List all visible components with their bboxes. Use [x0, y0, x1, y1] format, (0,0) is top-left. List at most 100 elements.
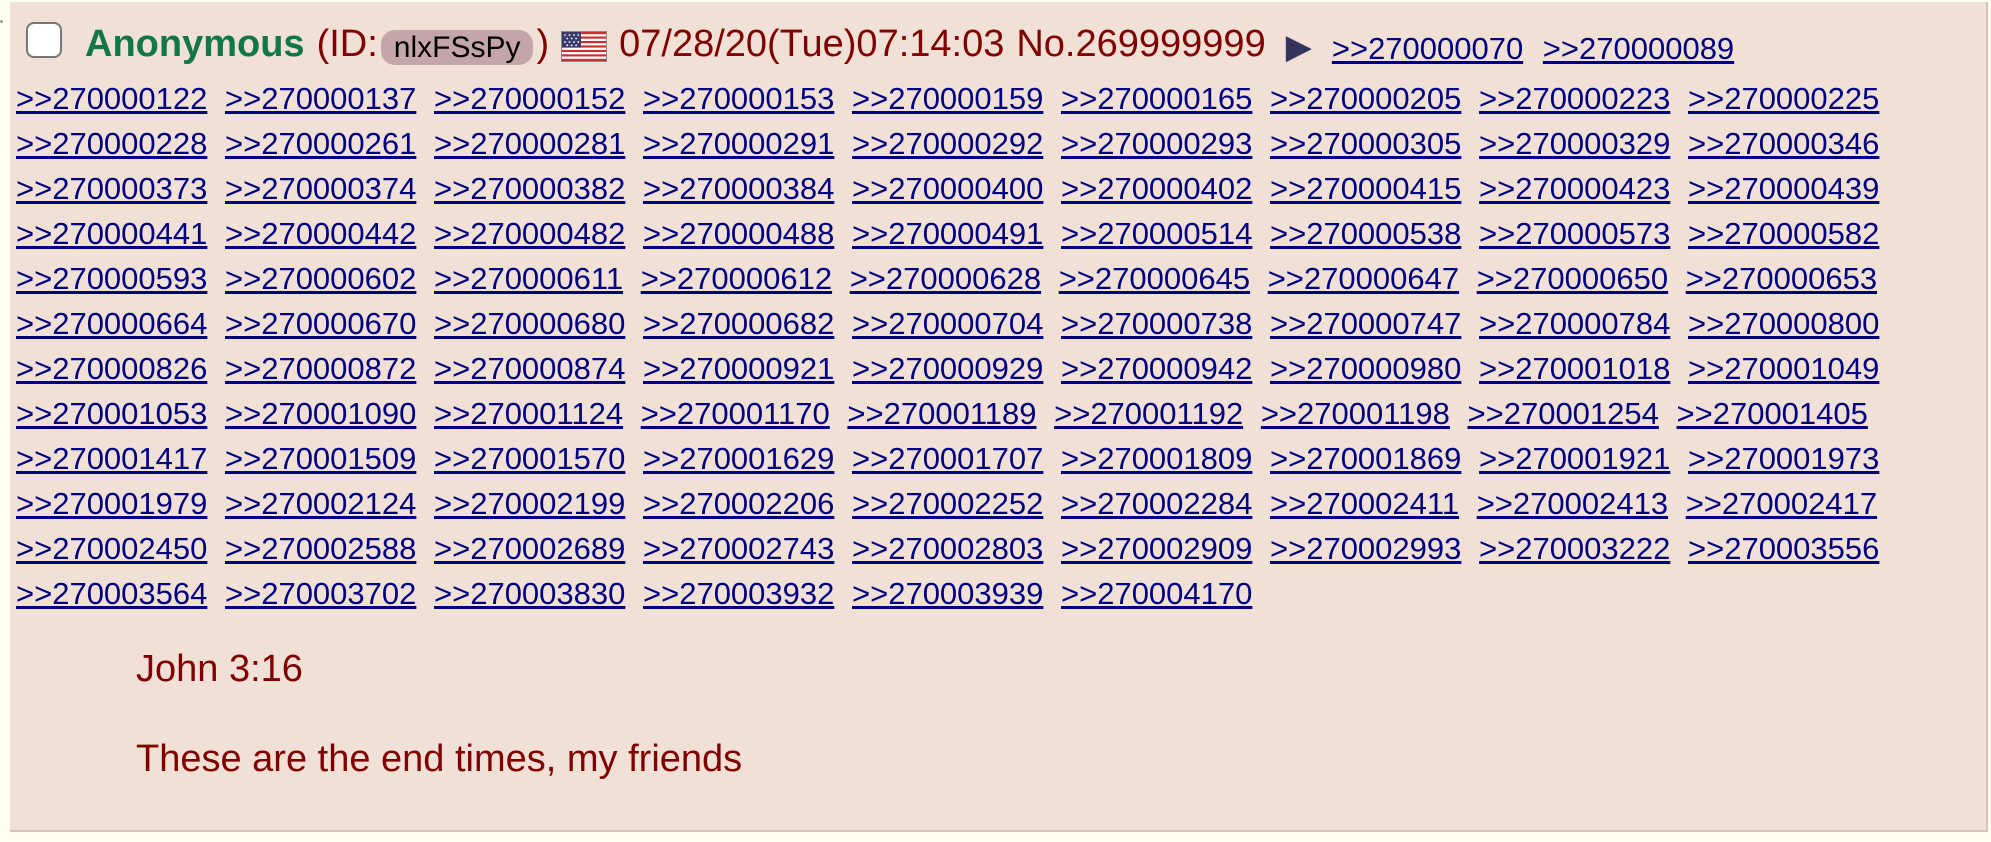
backlink[interactable]: >>270000152: [434, 81, 625, 116]
backlink[interactable]: >>270000582: [1688, 216, 1879, 251]
backlink[interactable]: >>270000488: [643, 216, 834, 251]
backlink[interactable]: >>270002909: [1061, 531, 1252, 566]
backlink[interactable]: >>270000292: [852, 126, 1043, 161]
backlink[interactable]: >>270001417: [16, 441, 207, 476]
backlink[interactable]: >>270000293: [1061, 126, 1252, 161]
backlink[interactable]: >>270000800: [1688, 306, 1879, 341]
backlink[interactable]: >>270000664: [16, 306, 207, 341]
backlink[interactable]: >>270002743: [643, 531, 834, 566]
backlink[interactable]: >>270001405: [1677, 396, 1868, 431]
backlink[interactable]: >>270000573: [1479, 216, 1670, 251]
backlink[interactable]: >>270001979: [16, 486, 207, 521]
backlink[interactable]: >>270002417: [1686, 486, 1877, 521]
backlink[interactable]: >>270001254: [1468, 396, 1659, 431]
backlink[interactable]: >>270000159: [852, 81, 1043, 116]
backlink[interactable]: >>270001053: [16, 396, 207, 431]
backlink[interactable]: >>270002199: [434, 486, 625, 521]
backlink[interactable]: >>270000281: [434, 126, 625, 161]
backlink[interactable]: >>270001124: [434, 396, 623, 431]
backlink[interactable]: >>270000942: [1061, 351, 1252, 386]
backlink[interactable]: >>270003932: [643, 576, 834, 611]
backlink[interactable]: >>270001869: [1270, 441, 1461, 476]
backlink[interactable]: >>270000137: [225, 81, 416, 116]
post-menu-arrow-icon[interactable]: ▶: [1286, 24, 1312, 70]
backlink[interactable]: >>270002252: [852, 486, 1043, 521]
backlink[interactable]: >>270000738: [1061, 306, 1252, 341]
backlink[interactable]: >>270000645: [1059, 261, 1250, 296]
backlink[interactable]: >>270003830: [434, 576, 625, 611]
backlink[interactable]: >>270002689: [434, 531, 625, 566]
backlink[interactable]: >>270000223: [1479, 81, 1670, 116]
backlink[interactable]: >>270000228: [16, 126, 207, 161]
backlink[interactable]: >>270001198: [1261, 396, 1450, 431]
backlink[interactable]: >>270001189: [847, 396, 1036, 431]
backlink[interactable]: >>270001170: [641, 396, 830, 431]
backlink[interactable]: >>270000491: [852, 216, 1043, 251]
backlink[interactable]: >>270000402: [1061, 171, 1252, 206]
backlink[interactable]: >>270002803: [852, 531, 1043, 566]
backlink[interactable]: >>270000647: [1268, 261, 1459, 296]
backlink[interactable]: >>270000611: [434, 261, 623, 296]
backlink[interactable]: >>270000747: [1270, 306, 1461, 341]
backlink[interactable]: >>270000442: [225, 216, 416, 251]
backlink[interactable]: >>270000374: [225, 171, 416, 206]
backlink[interactable]: >>270000153: [643, 81, 834, 116]
backlink[interactable]: >>270000225: [1688, 81, 1879, 116]
backlink[interactable]: >>270000441: [16, 216, 207, 251]
backlink[interactable]: >>270003222: [1479, 531, 1670, 566]
backlink[interactable]: >>270000612: [641, 261, 832, 296]
backlink[interactable]: >>270001973: [1688, 441, 1879, 476]
backlink[interactable]: >>270000784: [1479, 306, 1670, 341]
backlink[interactable]: >>270000680: [434, 306, 625, 341]
backlink[interactable]: >>270000415: [1270, 171, 1461, 206]
backlink[interactable]: >>270002124: [225, 486, 416, 521]
backlink[interactable]: >>270004170: [1061, 576, 1252, 611]
backlink[interactable]: >>270000872: [225, 351, 416, 386]
backlink[interactable]: >>270000423: [1479, 171, 1670, 206]
backlink[interactable]: >>270000593: [16, 261, 207, 296]
backlink[interactable]: >>270000682: [643, 306, 834, 341]
backlink[interactable]: >>270002284: [1061, 486, 1252, 521]
backlink[interactable]: >>270000628: [850, 261, 1041, 296]
backlink[interactable]: >>270000291: [643, 126, 834, 161]
backlink[interactable]: >>270000538: [1270, 216, 1461, 251]
select-checkbox[interactable]: [26, 22, 62, 58]
backlink[interactable]: >>270000921: [643, 351, 834, 386]
backlink[interactable]: >>270000929: [852, 351, 1043, 386]
backlink[interactable]: >>270000205: [1270, 81, 1461, 116]
backlink[interactable]: >>270002588: [225, 531, 416, 566]
backlink[interactable]: >>270000346: [1688, 126, 1879, 161]
backlink[interactable]: >>270000329: [1479, 126, 1670, 161]
backlink[interactable]: >>270001018: [1479, 351, 1670, 386]
backlink[interactable]: >>270000980: [1270, 351, 1461, 386]
backlink[interactable]: >>270003564: [16, 576, 207, 611]
backlink[interactable]: >>270001509: [225, 441, 416, 476]
backlink[interactable]: >>270001570: [434, 441, 625, 476]
backlink[interactable]: >>270000650: [1477, 261, 1668, 296]
backlink[interactable]: >>270001049: [1688, 351, 1879, 386]
backlink[interactable]: >>270000165: [1061, 81, 1252, 116]
backlink[interactable]: >>270000070: [1332, 31, 1523, 66]
backlink[interactable]: >>270000602: [225, 261, 416, 296]
backlink[interactable]: >>270003939: [852, 576, 1043, 611]
backlink[interactable]: >>270003702: [225, 576, 416, 611]
backlink[interactable]: >>270000826: [16, 351, 207, 386]
backlink[interactable]: >>270000382: [434, 171, 625, 206]
backlink[interactable]: >>270001921: [1479, 441, 1670, 476]
backlink[interactable]: >>270001090: [225, 396, 416, 431]
backlink[interactable]: >>270000305: [1270, 126, 1461, 161]
backlink[interactable]: >>270000439: [1688, 171, 1879, 206]
backlink[interactable]: >>270000670: [225, 306, 416, 341]
backlink[interactable]: >>270002413: [1477, 486, 1668, 521]
backlink[interactable]: >>270001192: [1054, 396, 1243, 431]
backlink[interactable]: >>270000089: [1543, 31, 1734, 66]
backlink[interactable]: >>270000122: [16, 81, 207, 116]
backlink[interactable]: >>270000482: [434, 216, 625, 251]
backlink[interactable]: >>270002206: [643, 486, 834, 521]
backlink[interactable]: >>270000704: [852, 306, 1043, 341]
backlink[interactable]: >>270002993: [1270, 531, 1461, 566]
backlink[interactable]: >>270000653: [1686, 261, 1877, 296]
backlink[interactable]: >>270000373: [16, 171, 207, 206]
backlink[interactable]: >>270002450: [16, 531, 207, 566]
backlink[interactable]: >>270000261: [225, 126, 416, 161]
